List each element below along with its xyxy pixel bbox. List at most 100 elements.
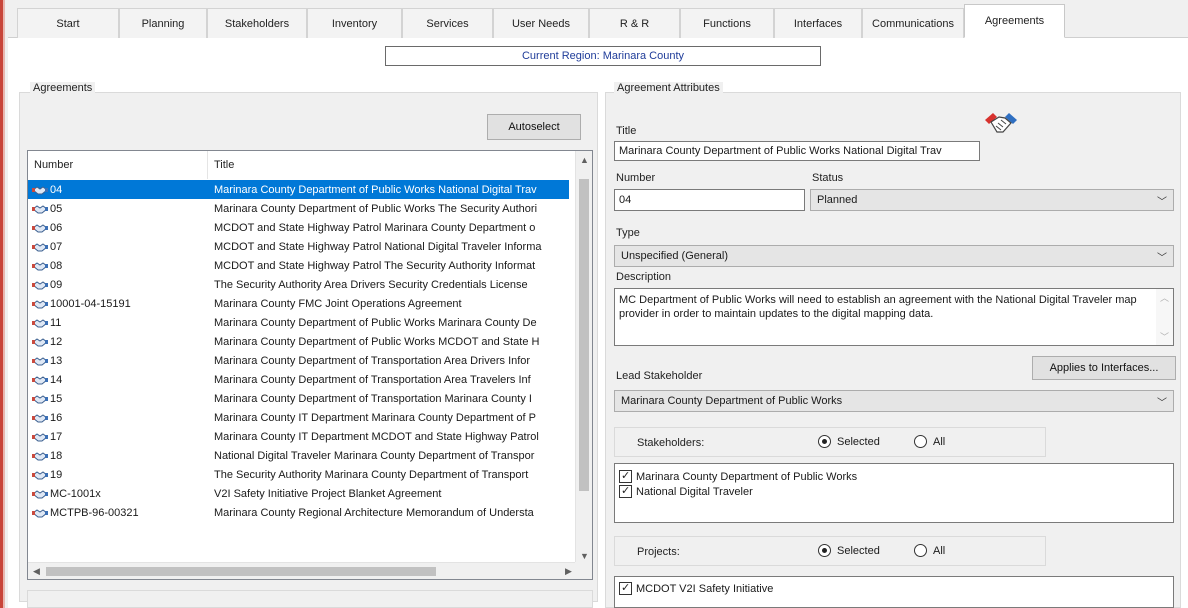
agreement-title-cell: V2I Safety Initiative Project Blanket Ag…: [214, 487, 442, 500]
scroll-corner: [575, 562, 592, 579]
horizontal-scrollbar[interactable]: ◀ ▶: [28, 562, 577, 579]
agreement-icon: [32, 450, 50, 462]
number-field[interactable]: 04: [614, 189, 805, 211]
scroll-down-icon[interactable]: ﹀: [1156, 328, 1173, 345]
tab-inventory[interactable]: Inventory: [307, 8, 402, 38]
chevron-down-icon: ﹀: [1157, 196, 1167, 208]
agreement-number: 16: [50, 411, 63, 424]
table-row[interactable]: 10001-04-15191 Marinara County FMC Joint …: [28, 294, 569, 313]
tab-r-and-r[interactable]: R & R: [589, 8, 680, 38]
stakeholder-item[interactable]: Marinara County Department of Public Wor…: [615, 469, 1173, 484]
type-select-value: Unspecified (General): [621, 250, 728, 262]
table-row[interactable]: 08 MCDOT and State Highway Patrol The Sec…: [28, 256, 569, 275]
project-item[interactable]: MCDOT V2I Safety Initiative: [615, 581, 1173, 596]
table-row[interactable]: 17 Marinara County IT Department MCDOT an…: [28, 427, 569, 446]
agreement-title-cell: Marinara County Department of Public Wor…: [214, 316, 537, 329]
autoselect-button[interactable]: Autoselect: [487, 114, 581, 140]
agreement-title-cell: Marinara County IT Department MCDOT and …: [214, 430, 539, 443]
applies-to-interfaces-button[interactable]: Applies to Interfaces...: [1032, 356, 1176, 380]
agreement-title-cell: Marinara County Department of Public Wor…: [214, 183, 537, 196]
tab-user-needs[interactable]: User Needs: [493, 8, 589, 38]
agreement-number-cell: 12: [28, 336, 208, 348]
table-row[interactable]: MCTPB-96-00321 Marinara County Regional A…: [28, 503, 569, 522]
agreement-title-cell: Marinara County Department of Public Wor…: [214, 335, 540, 348]
lead-stakeholder-label: Lead Stakeholder: [616, 370, 703, 382]
radio-label: All: [933, 435, 946, 448]
title-field[interactable]: Marinara County Department of Public Wor…: [614, 141, 980, 161]
tab-stakeholders[interactable]: Stakeholders: [207, 8, 307, 38]
agreement-number-cell: 06: [28, 222, 208, 234]
table-row[interactable]: 06 MCDOT and State Highway Patrol Marinar…: [28, 218, 569, 237]
stakeholders-selected-radio[interactable]: Selected: [818, 435, 880, 448]
radio-checked-icon: [818, 544, 831, 557]
radio-label: All: [933, 544, 946, 557]
agreement-icon: [32, 507, 50, 519]
table-row[interactable]: 19 The Security Authority Marinara County…: [28, 465, 569, 484]
description-scrollbar[interactable]: ︿ ﹀: [1156, 289, 1173, 345]
stakeholders-all-radio[interactable]: All: [914, 435, 945, 448]
stakeholders-list[interactable]: Marinara County Department of Public Wor…: [614, 463, 1174, 523]
agreement-number: 06: [50, 221, 63, 234]
radio-unchecked-icon: [914, 544, 927, 557]
status-label: Status: [812, 172, 844, 184]
scroll-up-icon[interactable]: ︿: [1156, 289, 1173, 306]
agreement-icon: [32, 336, 50, 348]
agreement-number: MC-1001x: [50, 487, 101, 500]
scroll-left-icon[interactable]: ◀: [28, 563, 45, 579]
column-header-title[interactable]: Title: [208, 151, 577, 179]
vertical-scrollbar[interactable]: ▲ ▼: [575, 151, 592, 564]
scroll-up-icon[interactable]: ▲: [576, 151, 592, 168]
type-select[interactable]: Unspecified (General) ﹀: [614, 245, 1174, 267]
agreement-title-cell: Marinara County IT Department Marinara C…: [214, 411, 536, 424]
table-row[interactable]: 05 Marinara County Department of Public W…: [28, 199, 569, 218]
agreement-number: 17: [50, 430, 63, 443]
table-row[interactable]: 16 Marinara County IT Department Marinara…: [28, 408, 569, 427]
agreement-number-cell: 05: [28, 203, 208, 215]
stakeholder-item[interactable]: National Digital Traveler: [615, 484, 1173, 499]
status-select-value: Planned: [817, 194, 858, 206]
table-row[interactable]: 18 National Digital Traveler Marinara Cou…: [28, 446, 569, 465]
tab-functions[interactable]: Functions: [680, 8, 774, 38]
table-row[interactable]: 07 MCDOT and State Highway Patrol Nationa…: [28, 237, 569, 256]
tab-interfaces[interactable]: Interfaces: [774, 8, 862, 38]
agreement-title-cell: Marinara County Regional Architecture Me…: [214, 506, 534, 519]
agreement-number: 18: [50, 449, 63, 462]
agreement-number-cell: 19: [28, 469, 208, 481]
table-row[interactable]: 12 Marinara County Department of Public W…: [28, 332, 569, 351]
tab-services[interactable]: Services: [402, 8, 493, 38]
table-row[interactable]: 14 Marinara County Department of Transpor…: [28, 370, 569, 389]
table-row[interactable]: 09 The Security Authority Area Drivers Se…: [28, 275, 569, 294]
agreement-icon: [32, 355, 50, 367]
tab-start[interactable]: Start: [17, 8, 119, 38]
lead-stakeholder-value: Marinara County Department of Public Wor…: [621, 395, 843, 407]
table-row[interactable]: 15 Marinara County Department of Transpor…: [28, 389, 569, 408]
projects-all-radio[interactable]: All: [914, 544, 945, 557]
agreements-table[interactable]: Number Title 04 Marinara County Departmen…: [27, 150, 593, 580]
projects-selected-radio[interactable]: Selected: [818, 544, 880, 557]
agreement-attributes-group-label: Agreement Attributes: [614, 82, 723, 94]
agreement-title-cell: Marinara County Department of Transporta…: [214, 392, 532, 405]
tab-agreements[interactable]: Agreements: [964, 4, 1065, 38]
status-select[interactable]: Planned ﹀: [810, 189, 1174, 211]
agreement-number-cell: 14: [28, 374, 208, 386]
table-row[interactable]: 13 Marinara County Department of Transpor…: [28, 351, 569, 370]
table-row[interactable]: 11 Marinara County Department of Public W…: [28, 313, 569, 332]
description-field[interactable]: MC Department of Public Works will need …: [614, 288, 1174, 346]
tab-communications[interactable]: Communications: [862, 8, 964, 38]
agreement-number: 19: [50, 468, 63, 481]
projects-list[interactable]: MCDOT V2I Safety Initiative: [614, 576, 1174, 608]
tab-planning[interactable]: Planning: [119, 8, 207, 38]
horizontal-scroll-thumb[interactable]: [46, 567, 436, 576]
table-row[interactable]: MC-1001x V2I Safety Initiative Project Bl…: [28, 484, 569, 503]
agreement-title-cell: Marinara County Department of Transporta…: [214, 373, 531, 386]
agreement-number-cell: 15: [28, 393, 208, 405]
table-row[interactable]: 04 Marinara County Department of Public W…: [28, 180, 569, 199]
agreement-icon: [32, 469, 50, 481]
lead-stakeholder-select[interactable]: Marinara County Department of Public Wor…: [614, 390, 1174, 412]
agreement-number: 11: [50, 316, 62, 329]
agreement-title-cell: Marinara County Department of Transporta…: [214, 354, 531, 367]
agreement-icon: [32, 298, 50, 310]
vertical-scroll-thumb[interactable]: [579, 179, 589, 491]
agreement-number: 08: [50, 259, 63, 272]
column-header-number[interactable]: Number: [28, 151, 208, 179]
